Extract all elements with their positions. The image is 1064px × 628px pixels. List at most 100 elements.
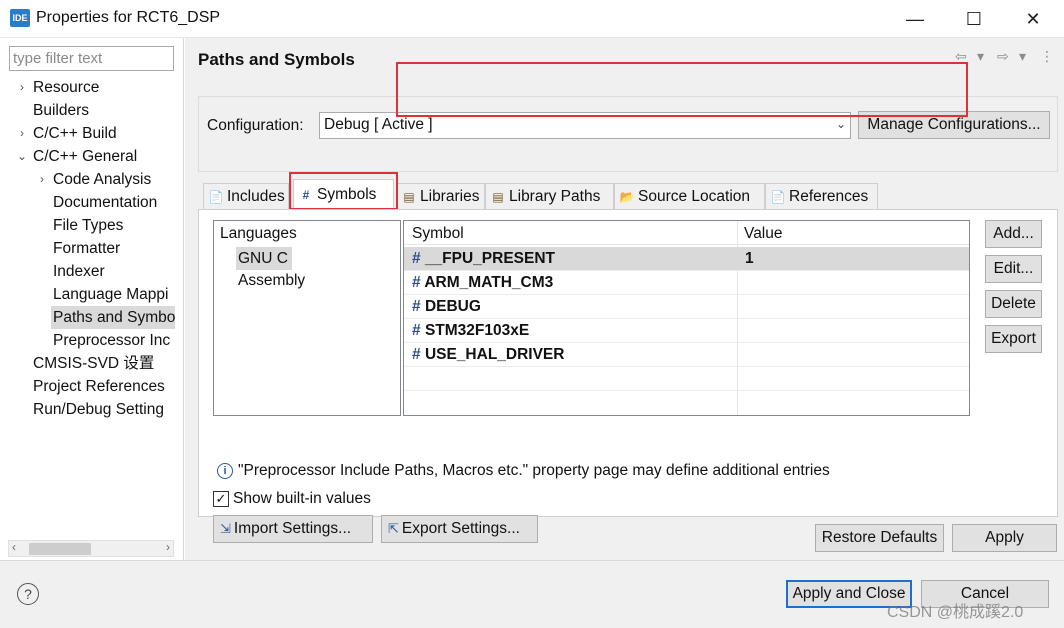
- content-panel: Paths and Symbols ⇦ ▾ ⇨ ▾ ⋮ Configuratio…: [185, 38, 1064, 560]
- help-icon[interactable]: ?: [17, 583, 39, 605]
- forward-arrow-icon[interactable]: ⇨: [997, 48, 1009, 65]
- maximize-button[interactable]: ☐: [951, 4, 997, 34]
- tree-item-label: Formatter: [53, 240, 121, 257]
- tab-source-location[interactable]: 📂 Source Location: [614, 183, 765, 209]
- chevron-down-icon[interactable]: ⌄: [836, 117, 846, 131]
- horizontal-scrollbar[interactable]: ‹ ›: [8, 540, 174, 557]
- tree-item-resource[interactable]: › Resource: [15, 76, 175, 99]
- tree-item-code-analysis[interactable]: › Code Analysis: [35, 168, 175, 191]
- apply-button[interactable]: Apply: [952, 524, 1057, 552]
- edit-button[interactable]: Edit...: [985, 255, 1042, 283]
- button-label: Import Settings...: [233, 520, 352, 537]
- tree-item-label: C/C++ Build: [33, 125, 117, 142]
- includes-icon: 📄: [208, 190, 224, 204]
- tree-item-paths-and-symbols[interactable]: Paths and Symbo: [51, 306, 175, 329]
- delete-button[interactable]: Delete: [985, 290, 1042, 318]
- hash-icon: #: [412, 298, 421, 315]
- tab-label: Library Paths: [509, 188, 601, 205]
- tree-item-formatter[interactable]: Formatter: [53, 237, 175, 260]
- tab-label: Source Location: [638, 188, 751, 205]
- tree-item-label: File Types: [53, 217, 124, 234]
- tree-item-project-references[interactable]: Project References: [33, 375, 175, 398]
- symbol-name: STM32F103xE: [424, 322, 530, 339]
- filter-input[interactable]: [9, 46, 174, 71]
- forward-dropdown-icon[interactable]: ▾: [1019, 48, 1026, 65]
- chevron-right-icon[interactable]: ›: [15, 122, 29, 145]
- tree-item-label: C/C++ General: [33, 148, 138, 165]
- tree-item-label: Documentation: [53, 194, 158, 211]
- tree-item-run-debug-settings[interactable]: Run/Debug Setting: [33, 398, 175, 421]
- chevron-right-icon[interactable]: ›: [35, 168, 49, 191]
- scroll-left-icon[interactable]: ‹: [12, 540, 16, 554]
- symbol-name: ARM_MATH_CM3: [424, 274, 554, 291]
- tree-item-label: Paths and Symbo: [53, 309, 175, 326]
- column-header-value[interactable]: Value: [738, 221, 969, 245]
- tab-libraries[interactable]: ▤ Libraries: [396, 183, 485, 209]
- tree-item-builders[interactable]: Builders: [15, 99, 175, 122]
- language-item-assembly[interactable]: Assembly: [238, 272, 305, 290]
- hash-icon: #: [412, 346, 421, 363]
- tab-includes[interactable]: 📄 Includes: [203, 183, 289, 209]
- watermark: CSDN @桃成蹊2.0: [887, 604, 1024, 621]
- scroll-right-icon[interactable]: ›: [166, 540, 170, 554]
- tree-item-documentation[interactable]: Documentation: [53, 191, 175, 214]
- language-item-gnu-c[interactable]: GNU C: [236, 247, 292, 270]
- tree-item-label: Builders: [33, 102, 89, 119]
- symbol-name: USE_HAL_DRIVER: [424, 346, 565, 363]
- tab-label: Libraries: [420, 188, 480, 205]
- chevron-down-icon[interactable]: ⌄: [15, 145, 29, 168]
- symbols-table: Symbol Value # __FPU_PRESENT 1 # ARM_MAT…: [403, 220, 970, 416]
- app-icon: IDE: [10, 9, 30, 27]
- add-button[interactable]: Add...: [985, 220, 1042, 248]
- hash-icon: #: [412, 250, 421, 267]
- show-built-in-label[interactable]: Show built-in values: [233, 490, 371, 508]
- tree-item-file-types[interactable]: File Types: [53, 214, 175, 237]
- tree-item-label: Language Mappi: [53, 286, 169, 303]
- tree-item-preprocessor-include[interactable]: Preprocessor Inc: [53, 329, 175, 352]
- table-row[interactable]: # __FPU_PRESENT 1: [404, 247, 969, 271]
- import-icon: ⇲: [220, 521, 231, 536]
- scrollbar-thumb[interactable]: [29, 543, 91, 555]
- library-icon: ▤: [403, 190, 415, 204]
- languages-header: Languages: [220, 225, 297, 242]
- page-title: Paths and Symbols: [198, 50, 355, 69]
- close-button[interactable]: ✕: [1010, 4, 1056, 34]
- info-message: "Preprocessor Include Paths, Macros etc.…: [238, 462, 830, 479]
- minimize-button[interactable]: —: [892, 4, 938, 34]
- table-row[interactable]: # STM32F103xE: [404, 319, 969, 343]
- tab-library-paths[interactable]: ▤ Library Paths: [485, 183, 614, 209]
- symbol-name: __FPU_PRESENT: [424, 250, 556, 267]
- tree-item-label: Code Analysis: [53, 171, 152, 188]
- configuration-label: Configuration:: [207, 117, 304, 134]
- table-row-empty: [404, 367, 969, 391]
- table-row[interactable]: # USE_HAL_DRIVER: [404, 343, 969, 367]
- references-icon: 📄: [770, 190, 786, 204]
- tree-item-cpp-general[interactable]: ⌄ C/C++ General: [15, 145, 175, 168]
- tree-item-cmsis-svd[interactable]: CMSIS-SVD 设置: [33, 352, 175, 375]
- dialog-footer: ? Apply and Close Cancel CSDN @桃成蹊2.0: [0, 560, 1064, 628]
- show-built-in-checkbox[interactable]: ✓: [213, 491, 229, 507]
- tree-item-language-mappings[interactable]: Language Mappi: [53, 283, 175, 306]
- table-row[interactable]: # ARM_MATH_CM3: [404, 271, 969, 295]
- export-button[interactable]: Export: [985, 325, 1042, 353]
- restore-defaults-button[interactable]: Restore Defaults: [815, 524, 944, 552]
- table-row[interactable]: # DEBUG: [404, 295, 969, 319]
- back-dropdown-icon[interactable]: ▾: [977, 48, 984, 65]
- tree-item-label: Run/Debug Setting: [33, 401, 164, 418]
- symbol-value: 1: [745, 250, 754, 267]
- chevron-right-icon[interactable]: ›: [15, 76, 29, 99]
- tree-item-cpp-build[interactable]: › C/C++ Build: [15, 122, 175, 145]
- symbols-tab-body: Languages GNU C Assembly Symbol Value # …: [198, 209, 1058, 543]
- column-header-symbol[interactable]: Symbol: [404, 221, 738, 245]
- symbol-name: DEBUG: [424, 298, 481, 315]
- folder-icon: 📂: [619, 190, 635, 204]
- import-settings-button[interactable]: ⇲ Import Settings...: [213, 515, 373, 543]
- view-menu-icon[interactable]: ⋮: [1040, 48, 1054, 65]
- tab-references[interactable]: 📄 References: [765, 183, 878, 209]
- symbols-rows-highlight: [396, 62, 968, 117]
- tree-item-label: Resource: [33, 79, 100, 96]
- tree-item-indexer[interactable]: Indexer: [53, 260, 175, 283]
- tree-item-label: CMSIS-SVD 设置: [33, 355, 155, 372]
- languages-list: Languages GNU C Assembly: [213, 220, 401, 416]
- export-settings-button[interactable]: ⇱ Export Settings...: [381, 515, 538, 543]
